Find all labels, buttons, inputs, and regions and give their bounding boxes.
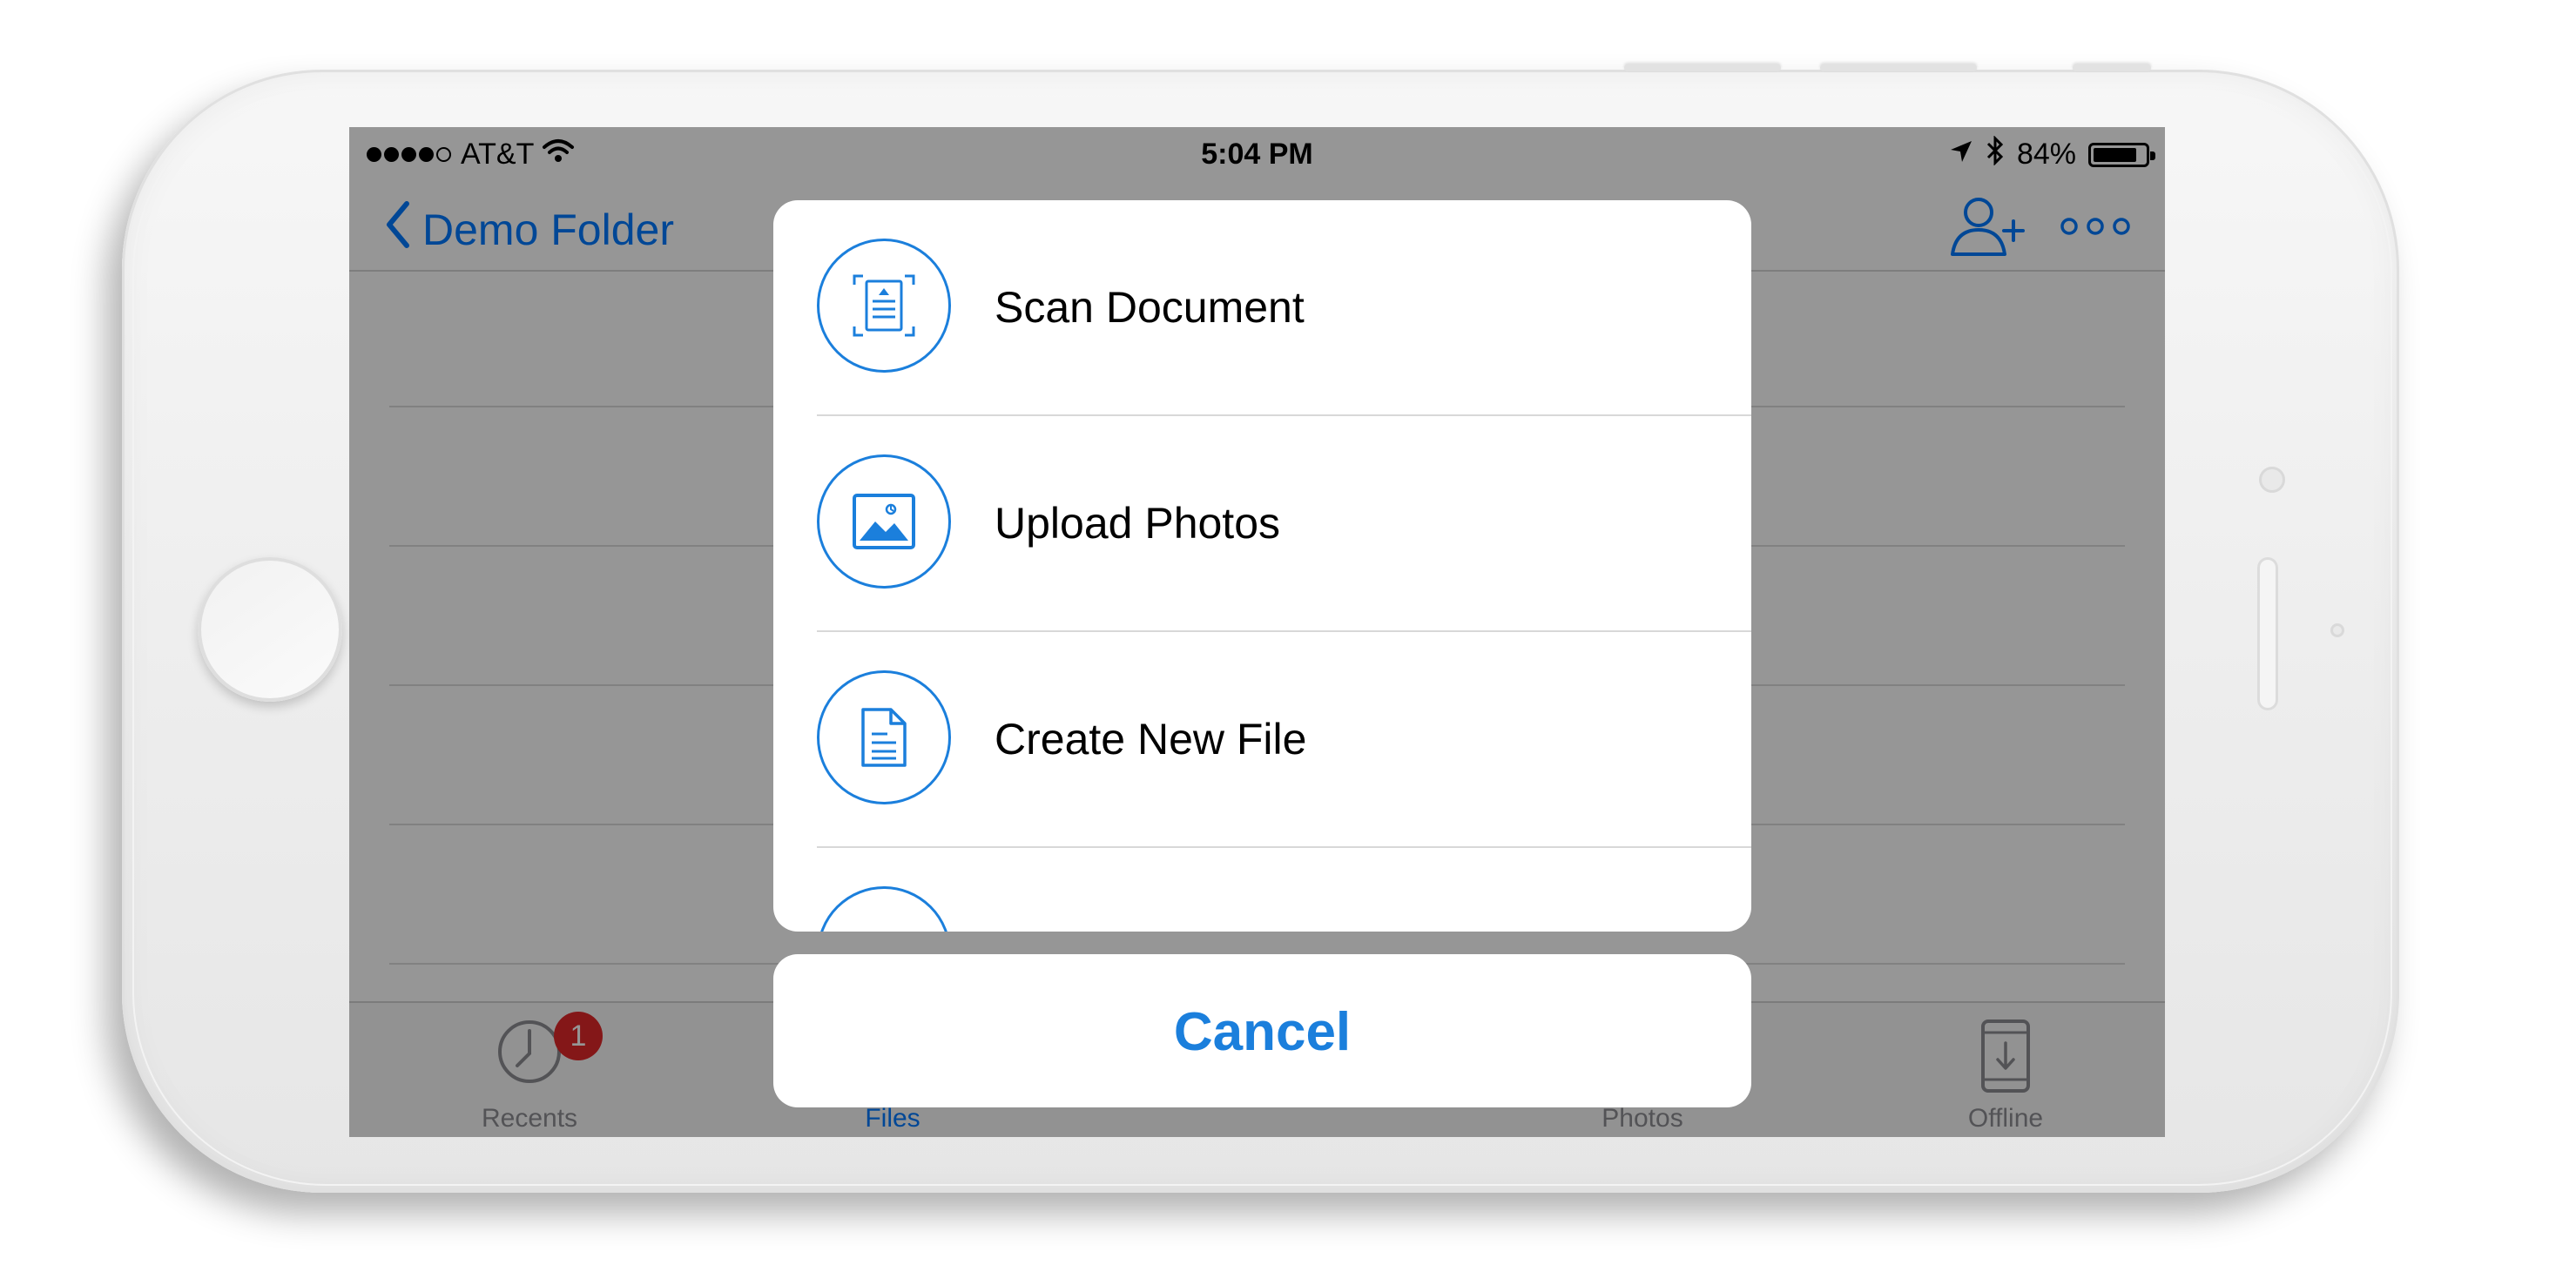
upload-photos-icon xyxy=(817,454,951,589)
phone-button-top-3 xyxy=(2073,64,2151,71)
cancel-button[interactable]: Cancel xyxy=(773,954,1751,1107)
phone-button-top-2 xyxy=(1820,64,1977,71)
home-button[interactable] xyxy=(198,557,342,702)
partial-option-icon xyxy=(817,886,951,932)
earpiece-speaker xyxy=(2257,557,2278,710)
create-new-file-label: Create New File xyxy=(995,715,1307,764)
scan-document-label: Scan Document xyxy=(995,283,1305,332)
create-new-file-option[interactable]: Create New File xyxy=(773,632,1751,848)
front-camera xyxy=(2259,467,2285,493)
create-file-icon xyxy=(817,670,951,804)
cancel-label: Cancel xyxy=(1173,1002,1352,1062)
partial-option[interactable] xyxy=(773,848,1751,932)
upload-photos-option[interactable]: Upload Photos xyxy=(773,416,1751,632)
scan-document-icon xyxy=(817,239,951,373)
phone-button-top-1 xyxy=(1624,64,1781,71)
upload-photos-label: Upload Photos xyxy=(995,499,1281,548)
action-sheet: Scan Document Upload Photos Create New F… xyxy=(773,200,1751,932)
scan-document-option[interactable]: Scan Document xyxy=(773,200,1751,416)
proximity-sensor xyxy=(2330,623,2344,637)
screen: AT&T 5:04 PM 84% Demo Folder 1 Recents F… xyxy=(349,127,2165,1137)
